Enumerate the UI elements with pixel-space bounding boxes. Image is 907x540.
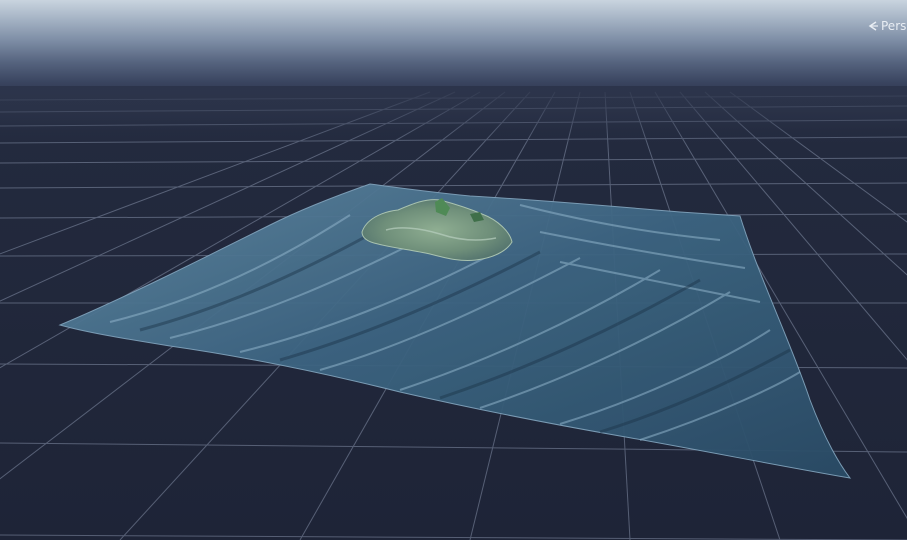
projection-label: Persp [881,19,907,33]
chevron-left-icon [868,21,878,31]
projection-toggle[interactable]: Persp [867,16,907,36]
scene-render[interactable] [0,0,907,540]
horizon-fog [0,86,907,146]
scene-viewport[interactable]: Persp [0,0,907,540]
